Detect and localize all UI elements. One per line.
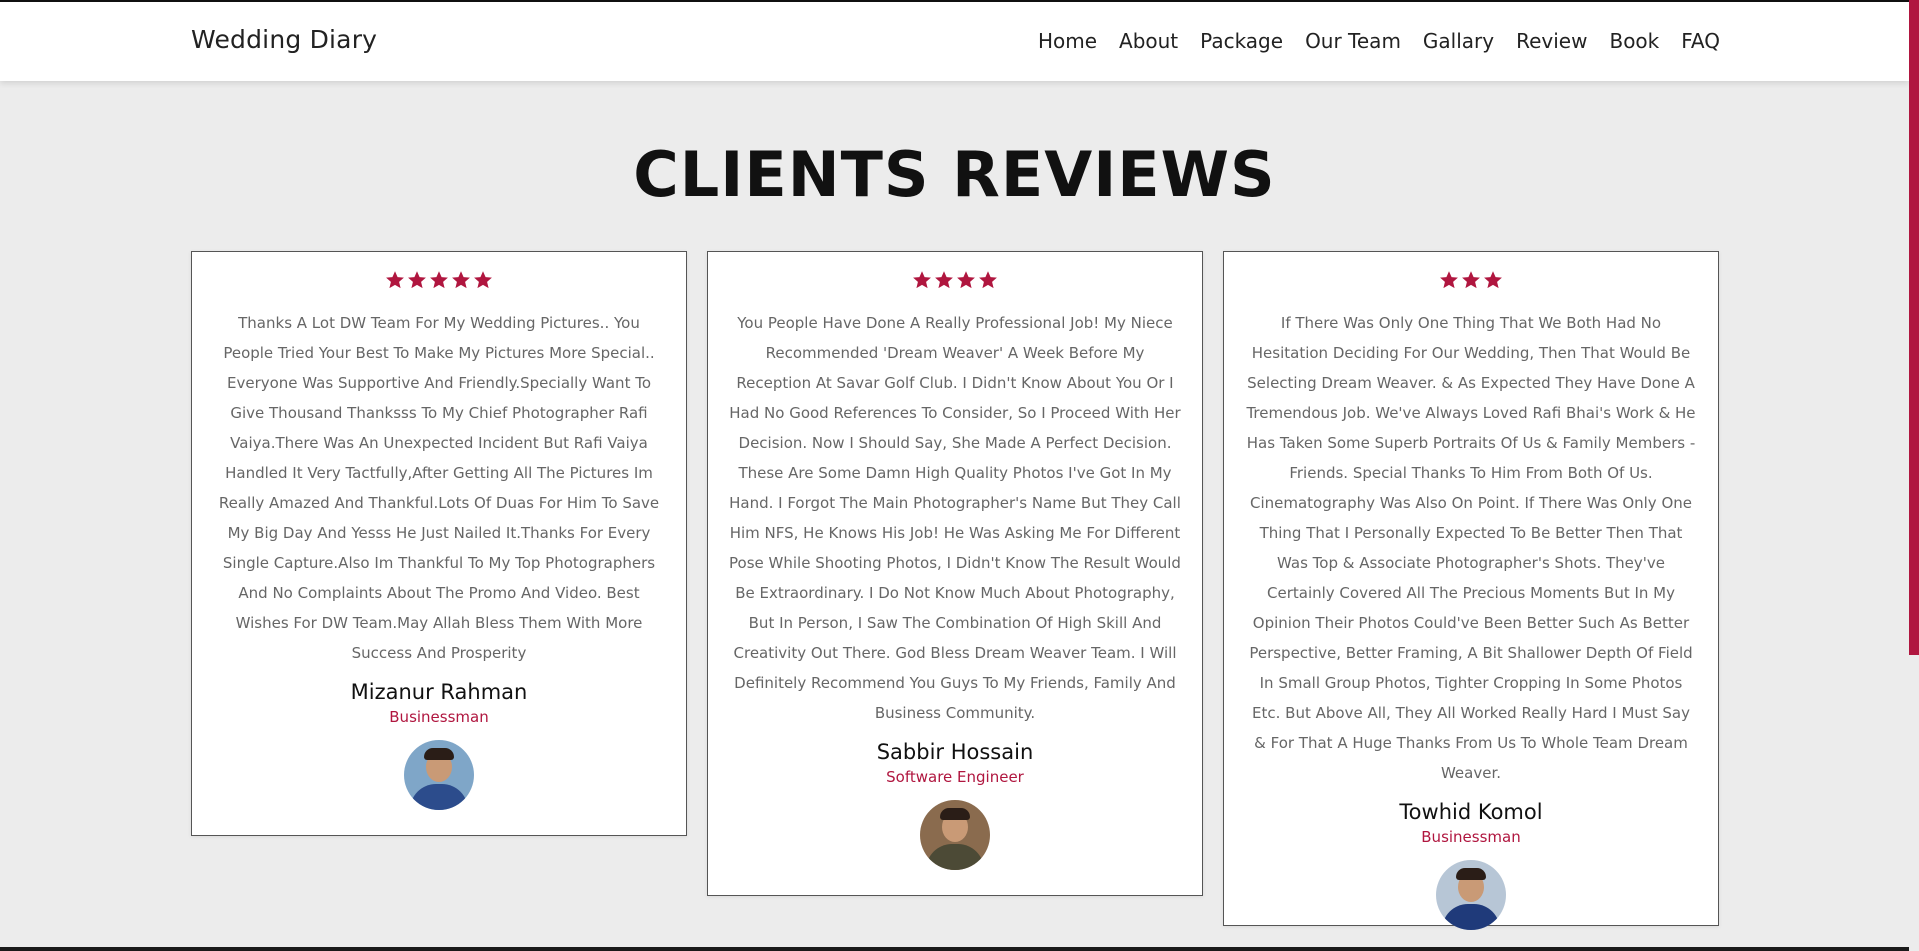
avatar xyxy=(1436,860,1506,930)
review-text: Thanks A Lot DW Team For My Wedding Pict… xyxy=(218,314,660,662)
brand-logo[interactable]: Wedding Diary xyxy=(191,25,377,54)
avatar xyxy=(404,740,474,810)
star-icon xyxy=(430,271,448,289)
reviewer-name: Mizanur Rahman xyxy=(350,680,528,704)
star-icon xyxy=(1440,271,1458,289)
star-icon xyxy=(935,271,953,289)
bottom-border xyxy=(0,947,1909,951)
nav-item-gallary[interactable]: Gallary xyxy=(1423,29,1494,53)
reviewer-role: Businessman xyxy=(1421,828,1521,846)
star-icon xyxy=(957,271,975,289)
star-rating xyxy=(1224,270,1718,296)
reviewer-name: Towhid Komol xyxy=(1399,800,1543,824)
review-text: If There Was Only One Thing That We Both… xyxy=(1246,314,1696,782)
star-icon xyxy=(474,271,492,289)
review-card: If There Was Only One Thing That We Both… xyxy=(1223,251,1719,930)
navbar: Wedding Diary Home About Package Our Tea… xyxy=(0,2,1909,81)
nav-item-faq[interactable]: FAQ xyxy=(1681,29,1720,53)
review-card: You People Have Done A Really Profession… xyxy=(707,251,1203,896)
star-icon xyxy=(452,271,470,289)
nav-item-our-team[interactable]: Our Team xyxy=(1305,29,1401,53)
star-icon xyxy=(408,271,426,289)
star-icon xyxy=(1462,271,1480,289)
scrollbar-thumb[interactable] xyxy=(1909,0,1919,655)
nav-menu: Home About Package Our Team Gallary Revi… xyxy=(1016,29,1720,53)
avatar xyxy=(920,800,990,870)
star-icon xyxy=(913,271,931,289)
review-card: Thanks A Lot DW Team For My Wedding Pict… xyxy=(191,251,687,836)
nav-item-home[interactable]: Home xyxy=(1038,29,1097,53)
star-icon xyxy=(386,271,404,289)
review-text: You People Have Done A Really Profession… xyxy=(729,314,1181,722)
nav-item-package[interactable]: Package xyxy=(1200,29,1283,53)
nav-item-review[interactable]: Review xyxy=(1516,29,1587,53)
star-rating xyxy=(708,270,1202,296)
star-icon xyxy=(979,271,997,289)
section-title: CLIENTS REVIEWS xyxy=(633,138,1276,211)
star-icon xyxy=(1484,271,1502,289)
reviewer-role: Businessman xyxy=(389,708,489,726)
star-rating xyxy=(192,270,686,296)
reviewer-name: Sabbir Hossain xyxy=(876,740,1034,764)
nav-item-about[interactable]: About xyxy=(1119,29,1178,53)
reviewer-role: Software Engineer xyxy=(886,768,1024,786)
scrollbar-track[interactable] xyxy=(1909,0,1919,951)
nav-item-book[interactable]: Book xyxy=(1609,29,1659,53)
